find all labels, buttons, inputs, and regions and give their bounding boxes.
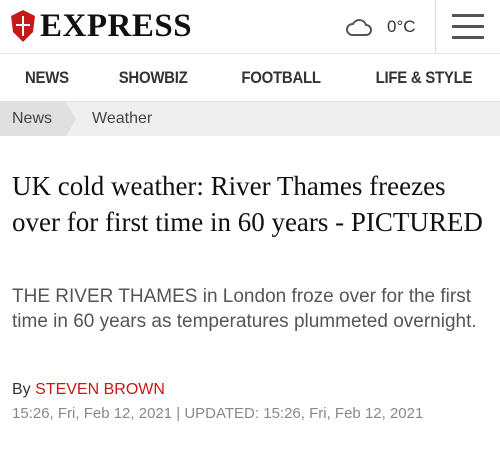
logo-wordmark: EXPRESS xyxy=(40,7,193,44)
weather-widget[interactable]: 0°C xyxy=(345,12,416,42)
byline-prefix: By xyxy=(12,381,31,398)
top-bar: EXPRESS 0°C xyxy=(0,0,500,54)
article-headline: UK cold weather: River Thames freezes ov… xyxy=(12,171,483,237)
article-standfirst: THE RIVER THAMES in London froze over fo… xyxy=(12,286,477,332)
author-link[interactable]: STEVEN BROWN xyxy=(35,381,165,398)
breadcrumb-weather[interactable]: Weather xyxy=(92,110,152,128)
publish-dates: 15:26, Fri, Feb 12, 2021 | UPDATED: 15:2… xyxy=(12,405,424,422)
nav-item-football[interactable]: FOOTBALL xyxy=(241,68,321,88)
nav-item-showbiz[interactable]: SHOWBIZ xyxy=(119,68,188,88)
temperature: 0°C xyxy=(387,17,416,36)
hamburger-menu-icon[interactable] xyxy=(452,14,484,40)
breadcrumb: News Weather xyxy=(0,102,500,136)
crusader-emblem-icon xyxy=(11,10,35,42)
breadcrumb-news[interactable]: News xyxy=(0,102,77,136)
main-nav: NEWS SHOWBIZ FOOTBALL LIFE & STYLE xyxy=(0,54,500,102)
nav-item-news[interactable]: NEWS xyxy=(25,68,69,88)
express-logo[interactable]: EXPRESS xyxy=(8,4,192,48)
byline: By STEVEN BROWN xyxy=(12,380,492,400)
nav-item-life-style[interactable]: LIFE & STYLE xyxy=(375,68,472,88)
cloud-icon xyxy=(346,19,372,36)
header-divider xyxy=(435,0,436,54)
